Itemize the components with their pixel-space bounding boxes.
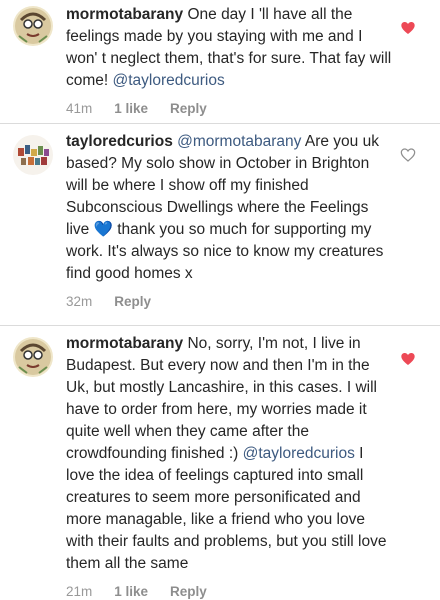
likes-count[interactable]: 1 like: [114, 101, 148, 116]
comment-meta: 41m 1 like Reply: [66, 101, 394, 116]
avatar-image: [13, 337, 53, 377]
divider: [0, 123, 440, 124]
comment-item: tayloredcurios @mormotabarany Are you uk…: [0, 131, 440, 309]
comment-text: mormotabarany No, sorry, I'm not, I live…: [66, 333, 394, 575]
comment-body-continued: I love the idea of feelings captured int…: [66, 445, 387, 572]
reply-button[interactable]: Reply: [114, 294, 151, 309]
avatar[interactable]: [13, 135, 53, 175]
avatar-image: [13, 6, 53, 46]
comment-body-continued: thank you so much for supporting my work…: [66, 221, 384, 282]
comment-meta: 21m 1 like Reply: [66, 584, 394, 599]
comment-username[interactable]: mormotabarany: [66, 6, 183, 23]
comment-text: mormotabarany One day I 'll have all the…: [66, 4, 394, 92]
avatar-image: [13, 135, 53, 175]
mention-link[interactable]: @tayloredcurios: [243, 445, 355, 462]
comment-username[interactable]: tayloredcurios: [66, 133, 173, 150]
avatar[interactable]: [13, 6, 53, 46]
comment-time: 21m: [66, 584, 93, 599]
comment-meta: 32m Reply: [66, 294, 394, 309]
comment-item: mormotabarany No, sorry, I'm not, I live…: [0, 333, 440, 599]
mention-link[interactable]: @mormotabarany: [173, 133, 301, 150]
comment-body: No, sorry, I'm not, I live in Budapest. …: [66, 335, 377, 462]
likes-count[interactable]: 1 like: [114, 584, 148, 599]
comment-time: 32m: [66, 294, 93, 309]
heart-icon[interactable]: [400, 20, 416, 36]
divider: [0, 325, 440, 326]
comment-item: mormotabarany One day I 'll have all the…: [0, 4, 440, 116]
heart-outline-icon[interactable]: [400, 147, 416, 163]
reply-button[interactable]: Reply: [170, 584, 207, 599]
avatar[interactable]: [13, 337, 53, 377]
comment-text: tayloredcurios @mormotabarany Are you uk…: [66, 131, 394, 285]
reply-button[interactable]: Reply: [170, 101, 207, 116]
heart-icon[interactable]: [400, 351, 416, 367]
comment-time: 41m: [66, 101, 93, 116]
blue-heart-emoji: 💙: [93, 221, 113, 238]
comment-username[interactable]: mormotabarany: [66, 335, 183, 352]
mention-link[interactable]: @tayloredcurios: [113, 72, 225, 89]
